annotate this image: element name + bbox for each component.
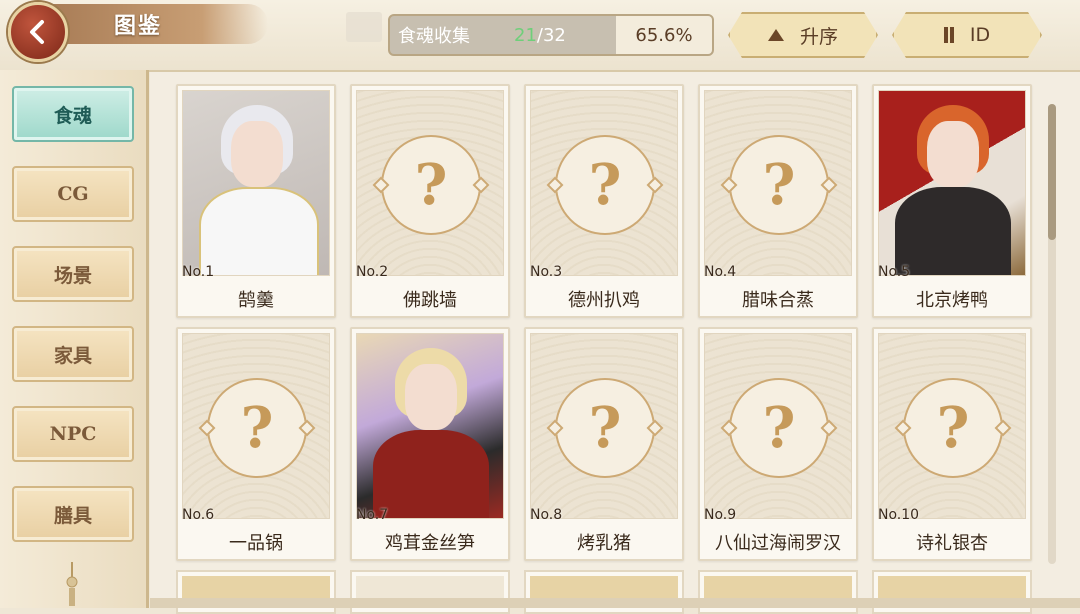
sort-by-id-button[interactable]: ID — [892, 12, 1042, 58]
sidebar-item-tableware[interactable]: 膳具 — [12, 486, 134, 542]
collection-card[interactable]: ? No.6 一品锅 — [176, 327, 336, 561]
character-portrait — [356, 333, 504, 519]
sidebar-item-npc[interactable]: NPC — [12, 406, 134, 462]
triangle-up-icon — [768, 29, 784, 41]
collection-card[interactable]: ? No.9 八仙过海闹罗汉 — [698, 327, 858, 561]
sidebar-item-label: 场景 — [53, 264, 92, 287]
card-number: No.6 — [182, 507, 215, 523]
card-name: 一品锅 — [229, 533, 283, 554]
collection-count: 21/32 — [514, 25, 566, 46]
question-mark-icon: ? — [729, 378, 829, 478]
collection-card[interactable]: ? No.10 诗礼银杏 — [872, 327, 1032, 561]
card-number: No.1 — [182, 264, 215, 280]
collection-card[interactable]: ? No.3 德州扒鸡 — [524, 84, 684, 318]
locked-placeholder: ? — [704, 333, 852, 519]
locked-placeholder: ? — [356, 90, 504, 276]
locked-placeholder: ? — [530, 333, 678, 519]
sort-by-label: ID — [969, 24, 991, 46]
card-number: No.2 — [356, 264, 389, 280]
collection-card[interactable]: No.5 北京烤鸭 — [872, 84, 1032, 318]
card-number: No.9 — [704, 507, 737, 523]
card-name: 德州扒鸡 — [568, 290, 640, 311]
card-name: 八仙过海闹罗汉 — [715, 533, 841, 554]
collection-label: 食魂收集 — [398, 26, 470, 47]
sidebar-item-label: CG — [57, 183, 89, 205]
question-mark-icon: ? — [207, 378, 307, 478]
sidebar-item-cg[interactable]: CG — [12, 166, 134, 222]
card-name: 烤乳猪 — [577, 533, 631, 554]
locked-placeholder: ? — [182, 333, 330, 519]
sidebar-item-furniture[interactable]: 家具 — [12, 326, 134, 382]
collection-percent: 65.6% — [616, 16, 712, 54]
collection-progress: 食魂收集 21/32 65.6% — [388, 14, 714, 56]
collection-card[interactable]: No.7 鸡茸金丝笋 — [350, 327, 510, 561]
locked-placeholder: ? — [530, 90, 678, 276]
page-title: 图鉴 — [114, 14, 163, 39]
total-count: /32 — [536, 24, 566, 46]
collection-card[interactable]: ? No.4 腊味合蒸 — [698, 84, 858, 318]
sort-order-icon — [944, 27, 954, 43]
card-number: No.8 — [530, 507, 563, 523]
scrollbar[interactable] — [1048, 104, 1056, 564]
back-button[interactable] — [8, 2, 68, 62]
card-number: No.5 — [878, 264, 911, 280]
sidebar-item-scenes[interactable]: 场景 — [12, 246, 134, 302]
card-name: 鹄羹 — [238, 290, 274, 311]
sidebar-item-label: NPC — [49, 423, 97, 445]
character-portrait — [182, 90, 330, 276]
card-number: No.4 — [704, 264, 737, 280]
chevron-left-icon — [30, 20, 44, 44]
card-number: No.10 — [878, 507, 920, 523]
card-name: 腊味合蒸 — [742, 290, 814, 311]
sort-order-button[interactable]: 升序 — [728, 12, 878, 58]
collected-count: 21 — [514, 24, 537, 46]
sidebar-item-food-souls[interactable]: 食魂 — [12, 86, 134, 142]
title-banner: 图鉴 — [48, 4, 268, 44]
collection-card[interactable]: No.1 鹄羹 — [176, 84, 336, 318]
question-mark-icon: ? — [903, 378, 1003, 478]
sidebar-item-label: 食魂 — [53, 104, 92, 127]
card-name: 鸡茸金丝笋 — [385, 533, 475, 554]
bottom-edge — [150, 598, 1080, 608]
question-mark-icon: ? — [729, 135, 829, 235]
tassel-ornament-icon — [66, 562, 78, 606]
card-name: 北京烤鸭 — [916, 290, 988, 311]
character-portrait — [878, 90, 1026, 276]
question-mark-icon: ? — [555, 135, 655, 235]
sidebar-item-label: 膳具 — [53, 504, 92, 527]
card-name: 诗礼银杏 — [916, 533, 988, 554]
sidebar-item-label: 家具 — [53, 344, 92, 367]
question-mark-icon: ? — [555, 378, 655, 478]
collection-card[interactable]: ? No.2 佛跳墙 — [350, 84, 510, 318]
card-name: 佛跳墙 — [403, 290, 457, 311]
question-mark-icon: ? — [381, 135, 481, 235]
header-decoration — [346, 12, 382, 42]
category-sidebar: 食魂 CG 场景 家具 NPC 膳具 — [0, 70, 149, 608]
collection-card[interactable]: ? No.8 烤乳猪 — [524, 327, 684, 561]
card-number: No.7 — [356, 507, 389, 523]
locked-placeholder: ? — [878, 333, 1026, 519]
card-number: No.3 — [530, 264, 563, 280]
locked-placeholder: ? — [704, 90, 852, 276]
scrollbar-thumb[interactable] — [1048, 104, 1056, 240]
sort-order-label: 升序 — [799, 25, 838, 48]
